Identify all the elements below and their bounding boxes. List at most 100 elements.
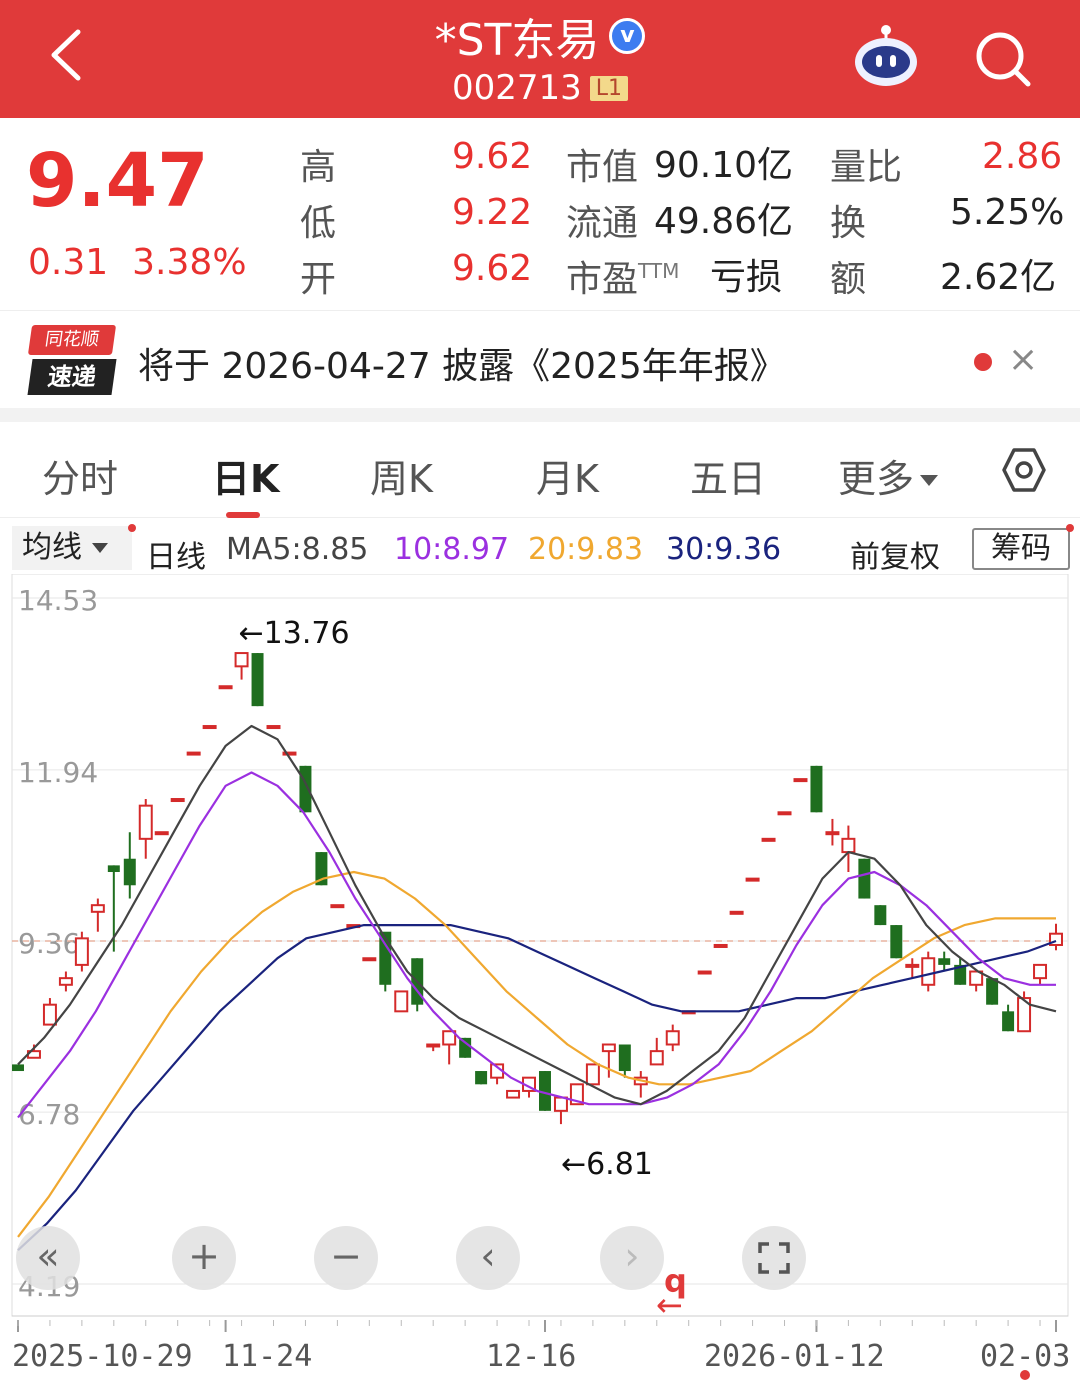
x-tick-label: 2026-01-12 [704,1339,885,1374]
kline-chart[interactable]: 14.5311.949.366.784.19←13.76←6.812025-10… [0,573,1080,1395]
candle-body-down [459,1037,472,1058]
zoom-out-icon[interactable]: − [314,1226,378,1290]
kline-svg: 14.5311.949.366.784.19←13.76←6.812025-10… [11,573,1070,1374]
adjust-toggle[interactable]: 前复权 [850,532,940,576]
amount-label: 额 [830,259,867,300]
high-annotation: ←13.76 [239,616,350,651]
turnover-label: 换 [830,203,867,244]
candle-body-up [713,943,728,948]
ma30-value: 30:9.36 [666,532,782,567]
chart-frame [11,573,1069,1317]
change-value: 0.31 [28,242,109,283]
float-value: 49.86亿 [654,201,794,242]
candle-body-up [761,837,776,842]
high-label: 高 [300,147,337,188]
candle-body-up [585,1063,600,1086]
tab-daily-k[interactable]: 日K [212,448,279,503]
level-badge: L1 [589,76,629,101]
candle-body-up [825,831,840,836]
candle-body-down [475,1071,488,1085]
next-icon[interactable]: › [600,1226,664,1290]
active-tab-indicator [226,512,260,518]
fast-back-icon[interactable]: « [16,1226,80,1290]
candle-body-up [905,963,920,968]
x-tick-label: 11-24 [222,1339,312,1374]
candle-body-up [202,725,217,730]
stock-code: 002713 [451,68,582,108]
top-bar: *ST东易 v 002713 L1 [0,0,1080,118]
ma10-value: 10:8.97 [394,532,510,567]
unread-dot [974,353,992,371]
candle-body-up [170,798,185,803]
section-divider [0,408,1080,422]
candle-body-up [234,652,249,668]
price-change: 0.31 3.38% [28,242,271,283]
candle-body-down [107,865,120,873]
candle-body-up [186,751,201,756]
chevron-down-icon [92,543,108,553]
candle-body-up [58,977,73,986]
news-text[interactable]: 将于 2026-04-27 披露《2025年年报》 [138,337,786,389]
close-icon[interactable]: × [1008,339,1038,380]
candle-body-down [618,1044,631,1072]
ma5-line [17,724,1057,1106]
zoom-in-icon[interactable]: + [172,1226,236,1290]
candle-body-up [729,910,744,915]
candle-body-up [426,1043,441,1048]
tab-five-day[interactable]: 五日 [690,448,766,503]
quote-panel: 9.47 0.31 3.38% 高 9.62 低 9.22 开 9.62 市值 9… [0,118,1080,308]
candle-body-up [362,957,377,962]
ma-indicator-select[interactable]: 均线 [12,526,132,570]
y-tick-label: 9.36 [18,927,80,960]
last-price: 9.47 [26,138,209,224]
candle-body-up [841,837,856,854]
prev-icon[interactable]: ‹ [456,1226,520,1290]
change-percent: 3.38% [132,242,247,283]
candle-body-up [506,1089,521,1099]
candle-body-up [553,1096,568,1112]
candle-body-up [90,904,105,913]
candle-body-up [218,685,233,690]
chips-button[interactable]: 筹码 [972,528,1070,570]
vol-ratio-value: 2.86 [982,136,1063,177]
candle-body-down [986,978,999,1005]
tab-monthly-k[interactable]: 月K [536,448,599,503]
candle-body-up [1033,963,1048,980]
settings-icon[interactable] [1000,446,1048,494]
robot-assistant-icon[interactable] [852,24,920,88]
candle-body-up [665,1030,680,1046]
candle-body-up [921,957,936,986]
tab-weekly-k[interactable]: 周K [370,448,433,503]
candle-body-down [1002,1011,1015,1032]
tab-intraday[interactable]: 分时 [42,448,118,503]
candle-body-down [874,905,887,926]
mcap-value: 90.10亿 [654,145,794,186]
pe-label: 市盈TTM [566,259,680,300]
candle-body-down [858,858,871,899]
period-label: 日线 [146,540,206,575]
candle-body-up [154,831,169,836]
period-tabs: 分时 日K 周K 月K 五日 更多 [0,422,1080,518]
mcap-label: 市值 [566,147,639,188]
candle-body-up [649,1050,664,1066]
candle-body-down [810,765,823,813]
candle-body-up [777,811,792,816]
tab-more[interactable]: 更多 [838,448,939,503]
y-tick-label: 6.78 [18,1098,80,1131]
news-strip[interactable]: 同花顺 速递 将于 2026-04-27 披露《2025年年报》 × [0,310,1080,410]
candle-body-down [12,1064,24,1072]
candle-body-down [890,925,903,959]
fullscreen-icon[interactable] [742,1226,806,1290]
low-value: 9.22 [452,192,533,233]
y-tick-label: 14.53 [18,584,98,617]
float-label: 流通 [566,203,639,244]
candle-body-down [123,858,136,886]
search-icon[interactable] [970,26,1034,90]
candle-body-up [266,725,281,730]
pe-ttm-sup: TTM [638,259,680,283]
high-value: 9.62 [452,136,533,177]
ma30-line [17,924,1057,1252]
ma-legend-bar: 均线 日线 MA5:8.85 10:8.97 20:9.83 30:9.36 前… [0,524,1080,576]
candle-body-up [42,1003,57,1026]
ma5-value: MA5:8.85 [226,532,369,567]
